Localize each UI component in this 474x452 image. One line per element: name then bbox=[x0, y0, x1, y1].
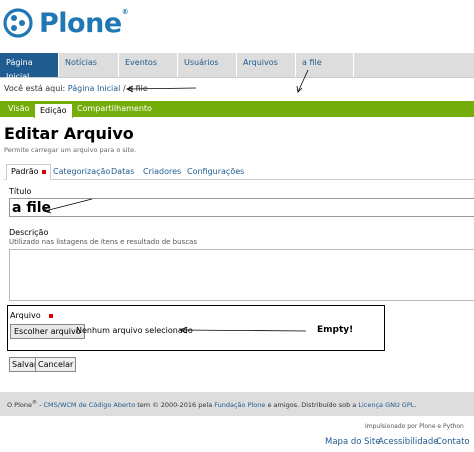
tab-creators[interactable]: Criadores bbox=[139, 165, 185, 179]
nav-item-users[interactable]: Usuários bbox=[178, 53, 237, 77]
nav-item-events[interactable]: Eventos bbox=[119, 53, 178, 77]
title-label: Título bbox=[9, 187, 32, 196]
description-help: Utilizado nas listagens de itens e resul… bbox=[9, 238, 197, 246]
plone-logo[interactable]: Plone® bbox=[3, 6, 129, 40]
edit-bar-sharing[interactable]: Compartilhamento bbox=[72, 101, 157, 117]
edit-bar: Visão Edição Compartilhamento bbox=[0, 101, 474, 118]
description-textarea[interactable] bbox=[9, 249, 474, 301]
breadcrumb: Você está aqui: Página Inicial / a file bbox=[4, 84, 148, 93]
tab-dates[interactable]: Datas bbox=[107, 165, 138, 179]
required-marker-icon bbox=[48, 313, 53, 318]
choose-file-button[interactable]: Escolher arquivo bbox=[10, 324, 85, 339]
edit-bar-edit[interactable]: Edição bbox=[34, 103, 73, 118]
file-label: Arquivo bbox=[10, 311, 53, 320]
file-status: Nenhum arquivo selecionado bbox=[76, 326, 193, 335]
nav-item-home[interactable]: Página Inicial bbox=[0, 53, 59, 81]
description-label: Descrição bbox=[9, 228, 49, 237]
title-input[interactable]: a file bbox=[9, 198, 474, 217]
form-tabs: Padrão Categorização Datas Criadores Con… bbox=[4, 162, 474, 180]
footer-link-cms[interactable]: CMS/WCM de Código Aberto bbox=[44, 401, 136, 409]
edit-bar-view[interactable]: Visão bbox=[3, 101, 34, 117]
tab-default[interactable]: Padrão bbox=[6, 164, 51, 180]
breadcrumb-separator: / bbox=[122, 84, 126, 93]
footer-text: O Plone® - CMS/WCM de Código Aberto tem … bbox=[7, 400, 417, 410]
main-navigation: Página Inicial Notícias Eventos Usuários… bbox=[0, 53, 474, 81]
required-marker-icon bbox=[41, 169, 46, 174]
nav-item-a-file[interactable]: a file bbox=[296, 53, 354, 77]
footer-link-sitemap[interactable]: Mapa do Site bbox=[325, 437, 380, 447]
plone-logo-icon bbox=[3, 8, 33, 38]
logo-wordmark: Plone® bbox=[39, 7, 129, 39]
powered-by: Impulsionado por Plone e Python bbox=[365, 423, 464, 430]
tab-categorization[interactable]: Categorização bbox=[49, 165, 114, 179]
page-description: Permite carregar um arquivo para o site. bbox=[4, 146, 137, 154]
page-title: Editar Arquivo bbox=[4, 124, 134, 143]
breadcrumb-prefix: Você está aqui: bbox=[4, 84, 66, 93]
footer-link-accessibility[interactable]: Acessibilidade bbox=[378, 437, 439, 447]
footer-link-contact[interactable]: Contato bbox=[436, 437, 470, 447]
annotation-empty: Empty! bbox=[317, 325, 354, 335]
nav-item-files[interactable]: Arquivos bbox=[237, 53, 296, 77]
footer-link-license[interactable]: Licença GNU GPL bbox=[358, 401, 414, 409]
breadcrumb-home-link[interactable]: Página Inicial bbox=[68, 84, 121, 93]
cancel-button[interactable]: Cancelar bbox=[35, 357, 77, 372]
tab-settings[interactable]: Configurações bbox=[183, 165, 248, 179]
breadcrumb-current: a file bbox=[128, 84, 148, 93]
nav-item-news[interactable]: Notícias bbox=[59, 53, 119, 77]
footer-link-foundation[interactable]: Fundação Plone bbox=[214, 401, 265, 409]
